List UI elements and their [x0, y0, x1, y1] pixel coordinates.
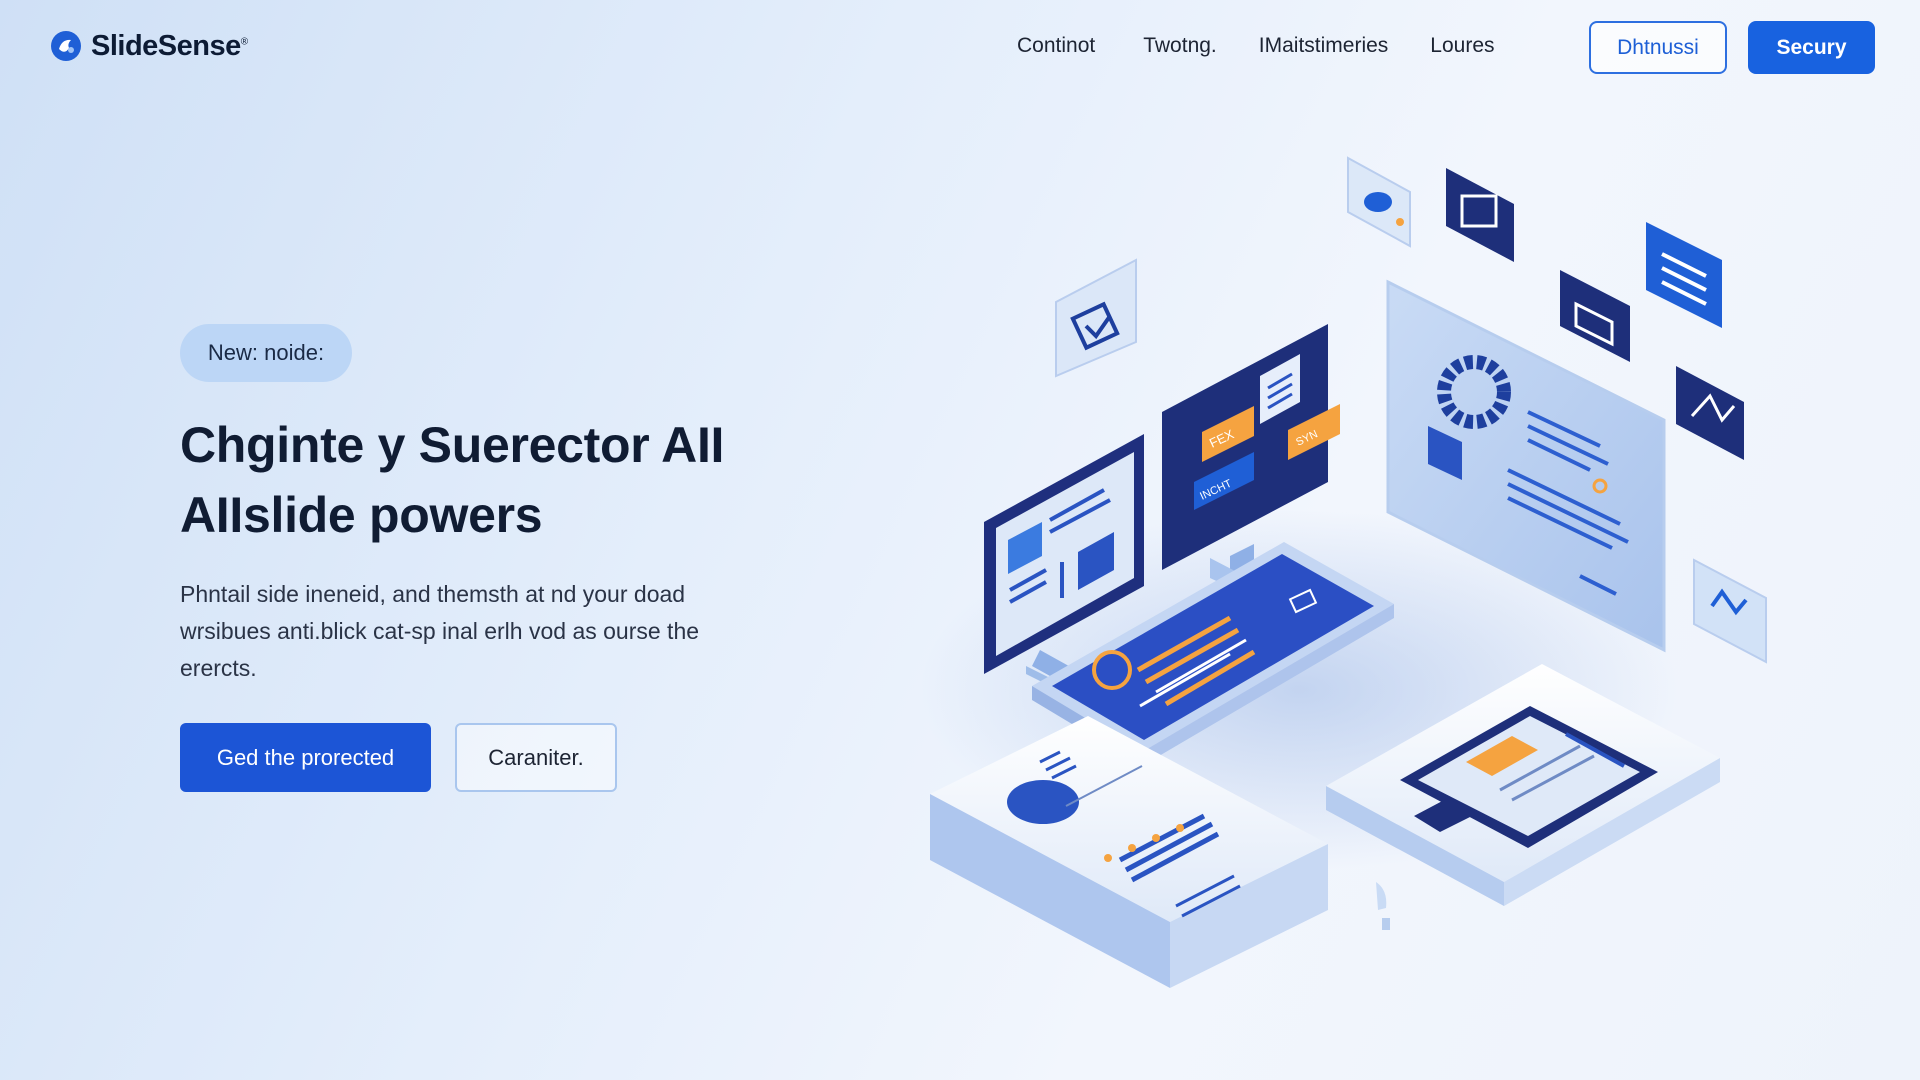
nav-link-imaitstimeries[interactable]: IMaitstimeries: [1259, 34, 1389, 58]
nav-security-button[interactable]: Secury: [1748, 21, 1875, 74]
top-nav: SlideSense® Continot Twotng. IMaitstimer…: [0, 0, 1920, 94]
nav-links: Continot Twotng. IMaitstimeries Loures: [1017, 34, 1543, 58]
nav-link-twotng[interactable]: Twotng.: [1143, 34, 1217, 58]
brand-name: SlideSense®: [91, 29, 248, 62]
nav-outline-button[interactable]: Dhtnussi: [1589, 21, 1727, 74]
frame-chat-icon: [1446, 168, 1514, 262]
headline-line-2: AIIslide powers: [180, 487, 543, 543]
notes-chat-icon: [1646, 222, 1722, 328]
get-started-button[interactable]: Ged the prorected: [180, 723, 431, 792]
chart-chat-icon: [1693, 558, 1767, 664]
cursor-icon: [1376, 882, 1390, 930]
graph-chat-icon: [1676, 366, 1744, 460]
nav-link-loures[interactable]: Loures: [1430, 34, 1494, 58]
download-chat-icon: [1055, 258, 1137, 378]
new-badge[interactable]: New: noide:: [180, 324, 352, 382]
slidesense-logo-icon: [51, 31, 81, 61]
chat-bubble-icon: [1347, 156, 1411, 248]
hero-subtext: Phntail side ineneid, and themsth at nd …: [180, 581, 700, 681]
secondary-cta-button[interactable]: Caraniter.: [455, 723, 617, 792]
hero-illustration: FEX SYN INCHT: [900, 130, 1900, 1030]
hero-headline: Chginte y Suerector AII AIIslide powers: [180, 410, 800, 550]
headline-line-1: Chginte y Suerector AII: [180, 417, 725, 473]
isometric-illustration: FEX SYN INCHT: [920, 156, 1767, 988]
nav-link-continot[interactable]: Continot: [1017, 34, 1095, 58]
screen-chat-icon: [1560, 270, 1630, 362]
brand-logo[interactable]: SlideSense®: [49, 29, 248, 63]
landing-page: SlideSense® Continot Twotng. IMaitstimer…: [0, 0, 1920, 1080]
